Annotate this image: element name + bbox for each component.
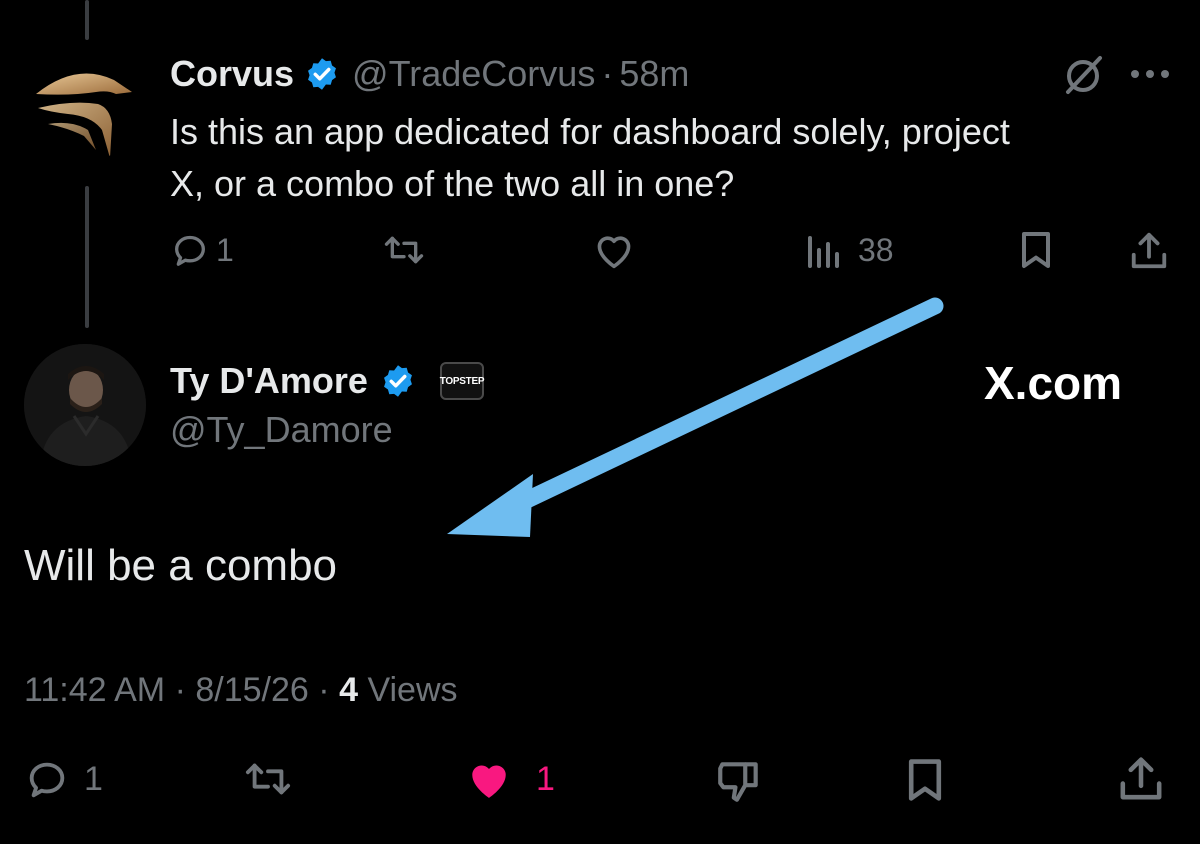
reply-reply-count: 1 — [84, 759, 103, 798]
bookmark-icon — [908, 759, 942, 801]
dislike-icon — [718, 762, 758, 802]
reply-text: Will be a combo — [24, 541, 338, 590]
reply-like-button[interactable]: 1 — [462, 756, 555, 802]
reply-date[interactable]: 8/15/26 — [195, 671, 308, 709]
share-icon — [1120, 757, 1162, 800]
meta-separator: · — [318, 671, 330, 709]
reply-icon — [29, 762, 65, 798]
arrow-annotation — [447, 297, 944, 537]
reply-dislike-button[interactable] — [714, 756, 764, 806]
reply-meta: 11:42 AM · 8/15/26 · 4 Views — [24, 668, 458, 712]
reply-time[interactable]: 11:42 AM — [24, 671, 165, 709]
reply-share-button[interactable] — [1116, 754, 1166, 804]
reply-like-count: 1 — [536, 759, 555, 798]
reply-repost-button[interactable] — [242, 756, 294, 802]
meta-separator: · — [174, 671, 186, 709]
reply-reply-button[interactable]: 1 — [24, 756, 103, 802]
reply-bookmark-button[interactable] — [902, 756, 948, 804]
reply-views-label[interactable]: Views — [367, 671, 457, 709]
like-icon — [472, 765, 506, 798]
repost-icon — [245, 763, 291, 795]
reply-views-count[interactable]: 4 — [339, 671, 358, 709]
